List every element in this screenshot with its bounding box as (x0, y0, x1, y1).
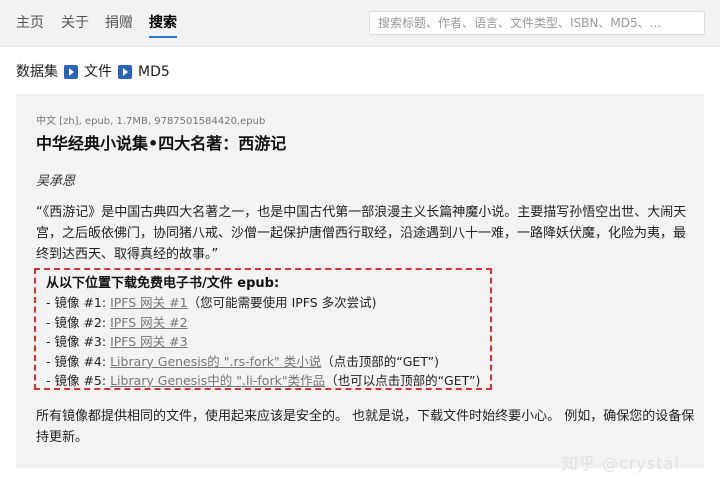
mirror-link-libgen-li[interactable]: Library Genesis中的 ".li-fork"类作品 (110, 373, 325, 388)
breadcrumb-file[interactable]: 文件 (84, 62, 112, 82)
watermark: 知乎 @crystal (562, 454, 680, 473)
book-description: “《西游记》是中国古典四大名著之一，也是中国古代第一部浪漫主义长篇神魔小说。主要… (36, 205, 687, 262)
mirror-item: - 镜像 #2: IPFS 网关 #2 (46, 313, 490, 333)
mirror-note: （您可能需要使用 IPFS 多次尝试) (187, 295, 377, 310)
nav-donate[interactable]: 捐赠 (105, 13, 133, 33)
mirror-link-ipfs-3[interactable]: IPFS 网关 #3 (110, 334, 188, 349)
mirror-prefix: - 镜像 #2: (46, 314, 111, 330)
mirror-note: （点击顶部的“GET”) (321, 353, 440, 369)
book-detail-card: 中文 [zh], epub, 1.7MB, 9787501584420.epub… (16, 94, 704, 468)
breadcrumb-datasets[interactable]: 数据集 (16, 62, 58, 82)
mirror-prefix: - 镜像 #1: (46, 295, 111, 310)
mirror-link-ipfs-2[interactable]: IPFS 网关 #2 (110, 315, 188, 330)
mirror-prefix: - 镜像 #5: (46, 373, 111, 388)
nav-home[interactable]: 主页 (16, 13, 44, 33)
mirror-item: - 镜像 #1: IPFS 网关 #1（您可能需要使用 IPFS 多次尝试) (46, 293, 490, 313)
mirror-prefix: - 镜像 #4: (46, 353, 111, 369)
safety-note: 所有镜像都提供相同的文件，使用起来应该是安全的。 也就是说，下载文件时始终要小心… (36, 409, 695, 445)
mirror-prefix: - 镜像 #3: (46, 334, 111, 349)
top-nav-bar: 主页 关于 捐赠 搜索 (0, 0, 720, 47)
nav-about[interactable]: 关于 (61, 13, 89, 33)
arrow-right-icon (118, 65, 132, 79)
breadcrumb-md5: MD5 (138, 64, 170, 80)
download-mirrors-box: 从以下位置下载免费电子书/文件 epub: - 镜像 #1: IPFS 网关 #… (34, 268, 492, 390)
arrow-right-icon (64, 65, 78, 79)
breadcrumb: 数据集 文件 MD5 (16, 62, 170, 82)
download-heading: 从以下位置下载免费电子书/文件 epub: (46, 276, 280, 291)
mirror-link-libgen-rs[interactable]: Library Genesis的 ".rs-fork" 类小说 (110, 354, 321, 369)
nav-search[interactable]: 搜索 (149, 13, 177, 33)
search-input[interactable] (369, 11, 705, 35)
mirror-item: - 镜像 #5: Library Genesis中的 ".li-fork"类作品… (46, 371, 490, 391)
mirror-item: - 镜像 #4: Library Genesis的 ".rs-fork" 类小说… (46, 352, 490, 372)
active-tab-indicator (149, 36, 177, 38)
mirror-note: （也可以点击顶部的“GET”) (325, 373, 481, 388)
book-title: 中华经典小说集•四大名著：西游记 (36, 134, 287, 153)
mirror-link-ipfs-1[interactable]: IPFS 网关 #1 (110, 295, 188, 310)
file-meta: 中文 [zh], epub, 1.7MB, 9787501584420.epub (36, 116, 266, 127)
mirror-item: - 镜像 #3: IPFS 网关 #3 (46, 332, 490, 352)
book-author[interactable]: 吴承恩 (36, 170, 75, 189)
